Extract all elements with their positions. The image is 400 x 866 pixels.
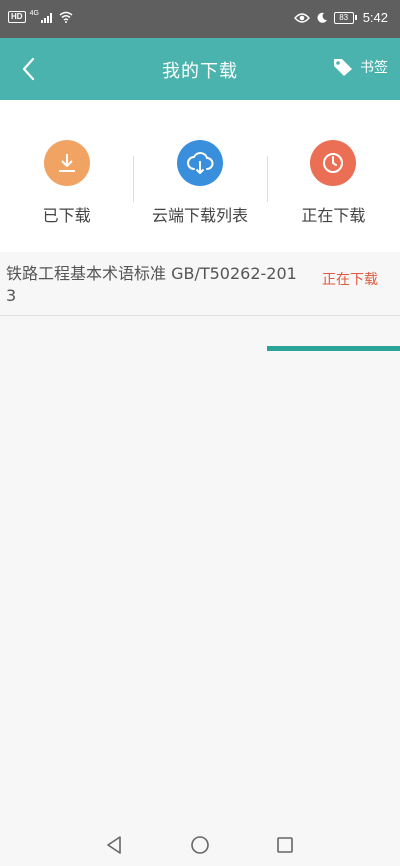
app-header: 我的下载 书签 <box>0 38 400 100</box>
download-tabs: 已下载 云端下载列表 正在下载 <box>0 100 400 351</box>
status-time: 5:42 <box>362 10 388 25</box>
signal-icon <box>40 13 52 23</box>
tab-cloud-download-list[interactable]: 云端下载列表 <box>133 100 266 252</box>
hd-badge: HD <box>8 11 26 23</box>
back-triangle-icon[interactable] <box>103 834 125 856</box>
status-bar: HD 4G 83 5:42 <box>0 0 400 38</box>
eye-icon <box>293 12 310 23</box>
cloud-download-icon <box>176 140 223 186</box>
tag-icon <box>334 59 352 76</box>
system-nav-bar <box>0 822 400 866</box>
tab-label: 正在下载 <box>301 206 366 225</box>
active-tab-indicator <box>267 346 400 351</box>
bookmark-label: 书签 <box>360 60 388 76</box>
home-circle-icon[interactable] <box>189 834 211 856</box>
network-type: 4G <box>29 10 39 17</box>
wifi-icon <box>59 11 73 23</box>
status-left: HD 4G <box>8 10 73 23</box>
tab-downloading[interactable]: 正在下载 <box>266 100 400 252</box>
download-icon <box>43 140 90 186</box>
download-title: 铁路工程基本术语标准 GB/T50262-2013 <box>6 264 297 305</box>
battery-icon: 83 <box>333 11 357 24</box>
clock-icon <box>310 140 357 186</box>
tab-label: 已下载 <box>42 206 91 225</box>
recents-square-icon[interactable] <box>274 834 296 856</box>
battery-level: 83 <box>333 11 354 24</box>
tab-label: 云端下载列表 <box>151 206 248 225</box>
bookmark-button[interactable]: 书签 <box>332 57 388 77</box>
list-item[interactable]: 铁路工程基本术语标准 GB/T50262-2013 正在下载 <box>0 252 400 316</box>
status-right: 83 5:42 <box>293 10 388 25</box>
moon-icon <box>317 12 327 23</box>
download-list: 铁路工程基本术语标准 GB/T50262-2013 正在下载 <box>0 252 400 316</box>
tab-divider <box>266 156 268 202</box>
tab-downloaded[interactable]: 已下载 <box>0 100 133 252</box>
tab-divider <box>133 156 135 202</box>
download-status: 正在下载 <box>322 272 378 288</box>
